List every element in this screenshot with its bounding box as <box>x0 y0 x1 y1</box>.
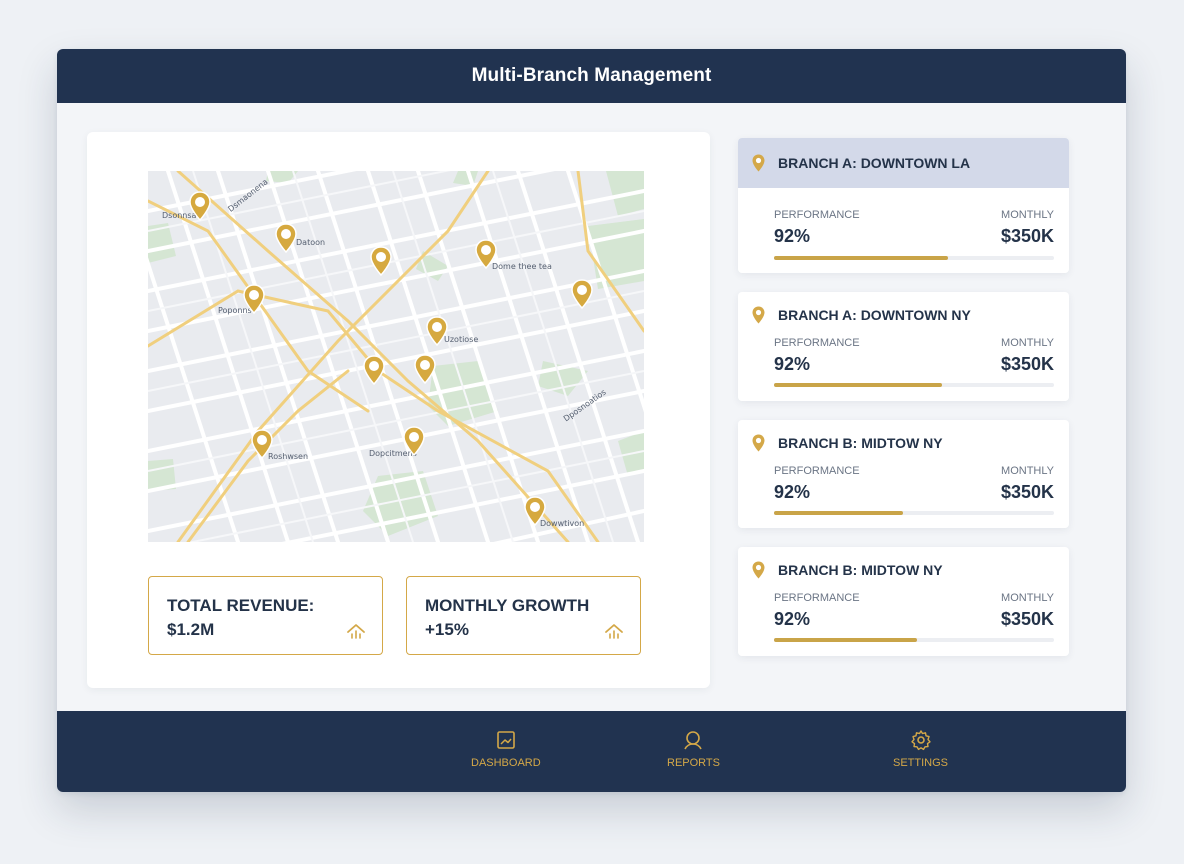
bottom-nav: DASHBOARD REPORTS SETTINGS <box>57 711 1126 792</box>
nav-settings[interactable]: SETTINGS <box>893 729 948 769</box>
branch-card[interactable]: BRANCH A: DOWNTOWN NY PERFORMANCE MONTHL… <box>738 292 1069 401</box>
monthly-value: $350K <box>1000 226 1054 246</box>
location-pin-icon[interactable] <box>189 191 211 221</box>
location-pin-icon[interactable] <box>414 354 436 384</box>
location-pin-icon <box>752 561 765 579</box>
branch-card[interactable]: BRANCH A: DOWNTOWN LA PERFORMANCE MONTHL… <box>738 138 1069 273</box>
app-title: Multi-Branch Management <box>471 65 712 86</box>
branch-card-header: BRANCH A: DOWNTOWN NY <box>738 292 1069 338</box>
nav-label: DASHBOARD <box>471 757 541 769</box>
map-streets <box>148 171 644 542</box>
monthly-value: $350K <box>1000 609 1054 629</box>
performance-value: 92% <box>774 609 811 629</box>
branch-name: BRANCH B: MIDTOW NY <box>778 435 943 451</box>
stat-value: +15% <box>425 620 469 639</box>
branch-card-header: BRANCH B: MIDTOW NY <box>738 420 1069 466</box>
nav-label: SETTINGS <box>893 757 949 769</box>
progress-fill <box>774 256 948 260</box>
map-label: Dowwtivon <box>540 519 585 528</box>
branch-name: BRANCH A: DOWNTOWN NY <box>778 307 971 323</box>
gear-icon <box>910 730 931 751</box>
branch-card[interactable]: BRANCH B: MIDTOW NY PERFORMANCE MONTHLY … <box>738 420 1069 528</box>
nav-label: REPORTS <box>667 757 720 769</box>
map-label: Uzotiose <box>444 335 479 344</box>
trend-up-icon <box>605 624 623 639</box>
user-icon <box>684 731 703 750</box>
performance-progress-bar <box>774 511 1054 515</box>
stat-label: MONTHLY GROWTH <box>425 596 590 615</box>
monthly-label: MONTHLY <box>1001 337 1054 349</box>
location-pin-icon[interactable] <box>426 316 448 346</box>
monthly-label: MONTHLY <box>1001 592 1054 604</box>
location-pin-icon[interactable] <box>524 496 546 526</box>
progress-fill <box>774 383 942 387</box>
location-pin-icon <box>752 306 765 324</box>
monthly-growth-card[interactable]: MONTHLY GROWTH +15% <box>406 576 641 655</box>
performance-value: 92% <box>774 354 811 374</box>
performance-value: 92% <box>774 482 811 502</box>
performance-label: PERFORMANCE <box>774 337 860 349</box>
app-header: Multi-Branch Management <box>57 49 1126 103</box>
performance-progress-bar <box>774 638 1054 642</box>
map-label: Datoon <box>296 238 326 247</box>
performance-value: 92% <box>774 226 811 246</box>
image-frame-icon <box>497 731 515 749</box>
monthly-value: $350K <box>1000 482 1054 502</box>
location-pin-icon <box>752 434 765 452</box>
branch-card-header: BRANCH B: MIDTOW NY <box>738 547 1069 593</box>
location-pin-icon[interactable] <box>571 279 593 309</box>
branch-card-header: BRANCH A: DOWNTOWN LA <box>738 138 1069 188</box>
branch-map[interactable]: Dsonnsa Dsmaonena Datoon Dome thee tea P… <box>148 171 644 542</box>
performance-label: PERFORMANCE <box>774 465 860 477</box>
location-pin-icon[interactable] <box>403 426 425 456</box>
total-revenue-card[interactable]: TOTAL REVENUE: $1.2M <box>148 576 383 655</box>
performance-progress-bar <box>774 256 1054 260</box>
stat-value: $1.2M <box>167 620 215 639</box>
location-pin-icon[interactable] <box>475 239 497 269</box>
progress-fill <box>774 638 917 642</box>
app-window: Multi-Branch Management Dsonnsa Dsmaonen… <box>57 49 1126 792</box>
branch-name: BRANCH A: DOWNTOWN LA <box>778 155 971 171</box>
stat-label: TOTAL REVENUE: <box>167 596 315 615</box>
performance-label: PERFORMANCE <box>774 209 860 221</box>
performance-label: PERFORMANCE <box>774 592 860 604</box>
map-label: Roshwsen <box>268 452 309 461</box>
performance-progress-bar <box>774 383 1054 387</box>
location-pin-icon[interactable] <box>251 429 273 459</box>
location-pin-icon[interactable] <box>370 246 392 276</box>
location-pin-icon[interactable] <box>363 355 385 385</box>
progress-fill <box>774 511 903 515</box>
branch-card[interactable]: BRANCH B: MIDTOW NY PERFORMANCE MONTHLY … <box>738 547 1069 656</box>
monthly-label: MONTHLY <box>1001 209 1054 221</box>
nav-dashboard[interactable]: DASHBOARD <box>471 729 541 769</box>
location-pin-icon <box>752 154 765 172</box>
location-pin-icon[interactable] <box>243 284 265 314</box>
location-pin-icon[interactable] <box>275 223 297 253</box>
monthly-value: $350K <box>1000 354 1054 374</box>
branch-name: BRANCH B: MIDTOW NY <box>778 562 943 578</box>
trend-up-icon <box>347 624 365 639</box>
monthly-label: MONTHLY <box>1001 465 1054 477</box>
nav-reports[interactable]: REPORTS <box>667 729 720 769</box>
map-label: Dome thee tea <box>492 262 552 271</box>
map-panel: Dsonnsa Dsmaonena Datoon Dome thee tea P… <box>87 132 710 688</box>
